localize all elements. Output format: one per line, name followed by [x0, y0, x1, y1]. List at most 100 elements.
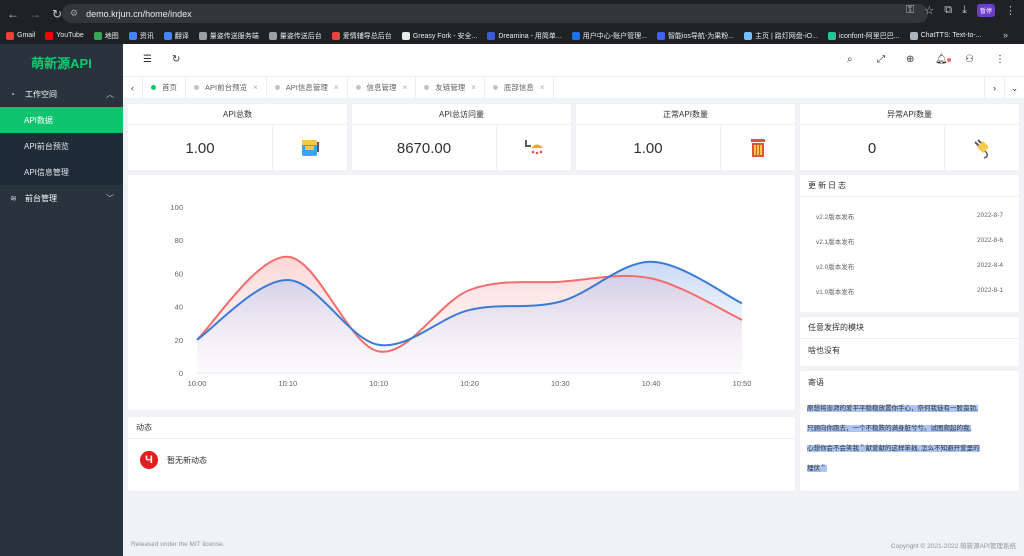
message-text: 原想将澎湃的爱平平稳稳放置你手心，奈何我徒有一股蛮劲, 只顾向你跑去，一个不稳跌…: [807, 399, 1011, 479]
tab-home[interactable]: 首页: [143, 76, 186, 99]
search-icon[interactable]: ⌕: [847, 54, 853, 65]
user-icon[interactable]: ⚇: [965, 54, 974, 65]
sidebar-item-api-data[interactable]: API数据: [0, 107, 123, 133]
address-bar[interactable]: ⚙ demo.krjun.cn/home/index: [62, 4, 928, 23]
changelog-card: 更新日志 v2.2版本发布 2022-8-7 v2.1版本发布 2022-8-6 v…: [800, 175, 1019, 312]
stat-value: 1.00: [633, 139, 663, 157]
bookmark-item[interactable]: 量姿传送服务端: [198, 31, 259, 41]
bookmark-item[interactable]: 地图: [93, 31, 119, 41]
key-icon[interactable]: ⚿: [906, 4, 914, 17]
footer-copyright: Copyright © 2021-2022 萌新源API管理系统: [890, 542, 1016, 550]
tab-dot: [492, 85, 498, 90]
changelog-label: v1.0版本发布: [816, 288, 855, 296]
site-info-icon[interactable]: ⚙: [70, 8, 78, 19]
bookmark-item[interactable]: 智能ios导航-为果粉...: [656, 31, 734, 41]
bookmark-item[interactable]: 翻译: [163, 31, 189, 41]
sidebar-item-api-preview[interactable]: API前台预览: [0, 133, 123, 159]
line-chart: 0 20 40 60 80 100 10:00 10:10 10:10 10:20 10:30 10:…: [170, 203, 752, 388]
close-icon[interactable]: ×: [334, 83, 339, 92]
bell-icon[interactable]: 🔔︎: [935, 54, 948, 65]
bookmark-item[interactable]: 主页 | 路灯网盘-iO...: [744, 31, 818, 41]
tab-footer-info[interactable]: 底部信息 ×: [485, 76, 554, 99]
bookmark-favicon-icon: [744, 31, 753, 40]
more-icon[interactable]: ⋮: [1005, 4, 1016, 17]
bookmark-favicon-icon: [401, 31, 410, 40]
profile-badge[interactable]: 暂停: [976, 4, 995, 17]
bookmark-label: 量姿传送后台: [279, 32, 322, 40]
bookmarks-overflow-icon[interactable]: »: [1003, 30, 1008, 40]
bookmark-label: 资讯: [139, 32, 154, 40]
close-icon[interactable]: ×: [253, 83, 258, 92]
trash-bin-icon: [720, 126, 795, 170]
bookmark-item[interactable]: Dreamina - 用简单...: [487, 31, 562, 41]
close-icon[interactable]: ×: [540, 83, 545, 92]
changelog-item[interactable]: v2.0版本发布 2022-8-4: [800, 253, 1019, 278]
changelog-date: 2022-8-1: [976, 287, 1003, 294]
changelog-item[interactable]: v1.0版本发布 2022-8-1: [800, 278, 1019, 303]
tabs-scroll-right-icon[interactable]: ›: [984, 77, 1004, 99]
x-tick-label: 10:30: [551, 379, 570, 388]
forward-icon[interactable]: →: [26, 5, 44, 23]
y-tick-label: 0: [179, 369, 183, 378]
bookmark-label: 用户中心-账户管理...: [582, 32, 647, 40]
chevron-up-icon: ︿: [106, 89, 114, 99]
bookmark-favicon-icon: [6, 31, 14, 40]
bookmark-item[interactable]: 用户中心-账户管理...: [571, 31, 647, 41]
bookmark-star-icon[interactable]: ☆: [924, 4, 934, 17]
stat-value: 8670.00: [396, 139, 452, 157]
tab-api-preview[interactable]: API前台预览 ×: [186, 76, 267, 99]
bookmark-favicon-icon: [128, 31, 137, 40]
bookmark-label: 翻译: [174, 32, 189, 40]
activity-card: 动态 Ч 暂无新动态: [128, 417, 795, 491]
app-logo: 萌新源API: [31, 56, 92, 71]
tabs-scroll-left-icon[interactable]: ‹: [123, 76, 143, 99]
extensions-icon[interactable]: ⧉: [944, 4, 952, 17]
changelog-item[interactable]: v2.1版本发布 2022-8-6: [800, 228, 1019, 253]
sidebar-item-api-info[interactable]: API信息管理: [0, 159, 123, 185]
stat-title: API总数: [128, 104, 347, 125]
bookmark-item[interactable]: ChatTTS: Text-to-...: [909, 31, 982, 40]
bookmark-item[interactable]: iconfont-阿里巴巴...: [827, 31, 900, 41]
url-text: demo.krjun.cn/home/index: [86, 8, 192, 19]
y-tick-label: 100: [170, 203, 183, 212]
tab-label: 友链管理: [435, 83, 466, 92]
stat-value: 0: [867, 139, 877, 157]
tabs-dropdown-icon[interactable]: ⌄: [1004, 77, 1024, 99]
close-icon[interactable]: ×: [471, 83, 476, 92]
fullscreen-icon[interactable]: ⤢: [877, 54, 885, 65]
bookmark-favicon-icon: [331, 31, 340, 40]
bookmark-favicon-icon: [163, 31, 172, 40]
changelog-item[interactable]: v2.2版本发布 2022-8-7: [800, 203, 1019, 228]
language-icon[interactable]: ⊕: [906, 54, 914, 65]
tab-info-manage[interactable]: 信息管理 ×: [348, 76, 417, 99]
bookmark-item[interactable]: 量姿传送后台: [268, 31, 322, 41]
message-title: 寄语: [808, 377, 824, 387]
y-tick-label: 60: [175, 269, 183, 278]
bookmark-item[interactable]: Gmail: [6, 31, 35, 40]
download-icon[interactable]: ⤓: [962, 4, 967, 17]
bookmark-favicon-icon: [93, 31, 102, 40]
changelog-title: 更新日志: [800, 175, 1019, 197]
back-icon[interactable]: ←: [4, 5, 22, 23]
bookmark-item[interactable]: YouTube: [45, 31, 84, 40]
x-tick-label: 10:50: [733, 379, 752, 388]
tab-links[interactable]: 友链管理 ×: [416, 76, 485, 99]
changelog-label: v2.1版本发布: [816, 238, 855, 246]
menu-group-frontend[interactable]: ≋ 前台管理 ﹀: [0, 185, 123, 211]
bookmark-item[interactable]: 爱情辅导总后台: [331, 31, 392, 41]
more-vertical-icon[interactable]: ⋮: [995, 54, 1005, 65]
bookmark-label: 地图: [104, 32, 119, 40]
menu-group-workspace[interactable]: ◔ 工作空间 ︿: [0, 81, 123, 107]
refresh-icon[interactable]: ↻: [172, 54, 180, 65]
stat-value: 1.00: [185, 139, 215, 157]
close-icon[interactable]: ×: [403, 83, 408, 92]
bookmark-favicon-icon: [268, 31, 277, 40]
bookmark-item[interactable]: 资讯: [128, 31, 154, 41]
bookmark-favicon-icon: [198, 31, 207, 40]
menu-fold-icon[interactable]: ☰: [143, 54, 152, 65]
tab-api-info[interactable]: API信息管理 ×: [267, 76, 348, 99]
changelog-date: 2022-8-4: [976, 262, 1003, 269]
stat-card-api-normal: 正常API数量 1.00: [576, 104, 795, 170]
bookmark-item[interactable]: Greasy Fork - 安全...: [401, 31, 477, 41]
bookmark-label: ChatTTS: Text-to-...: [920, 32, 982, 39]
